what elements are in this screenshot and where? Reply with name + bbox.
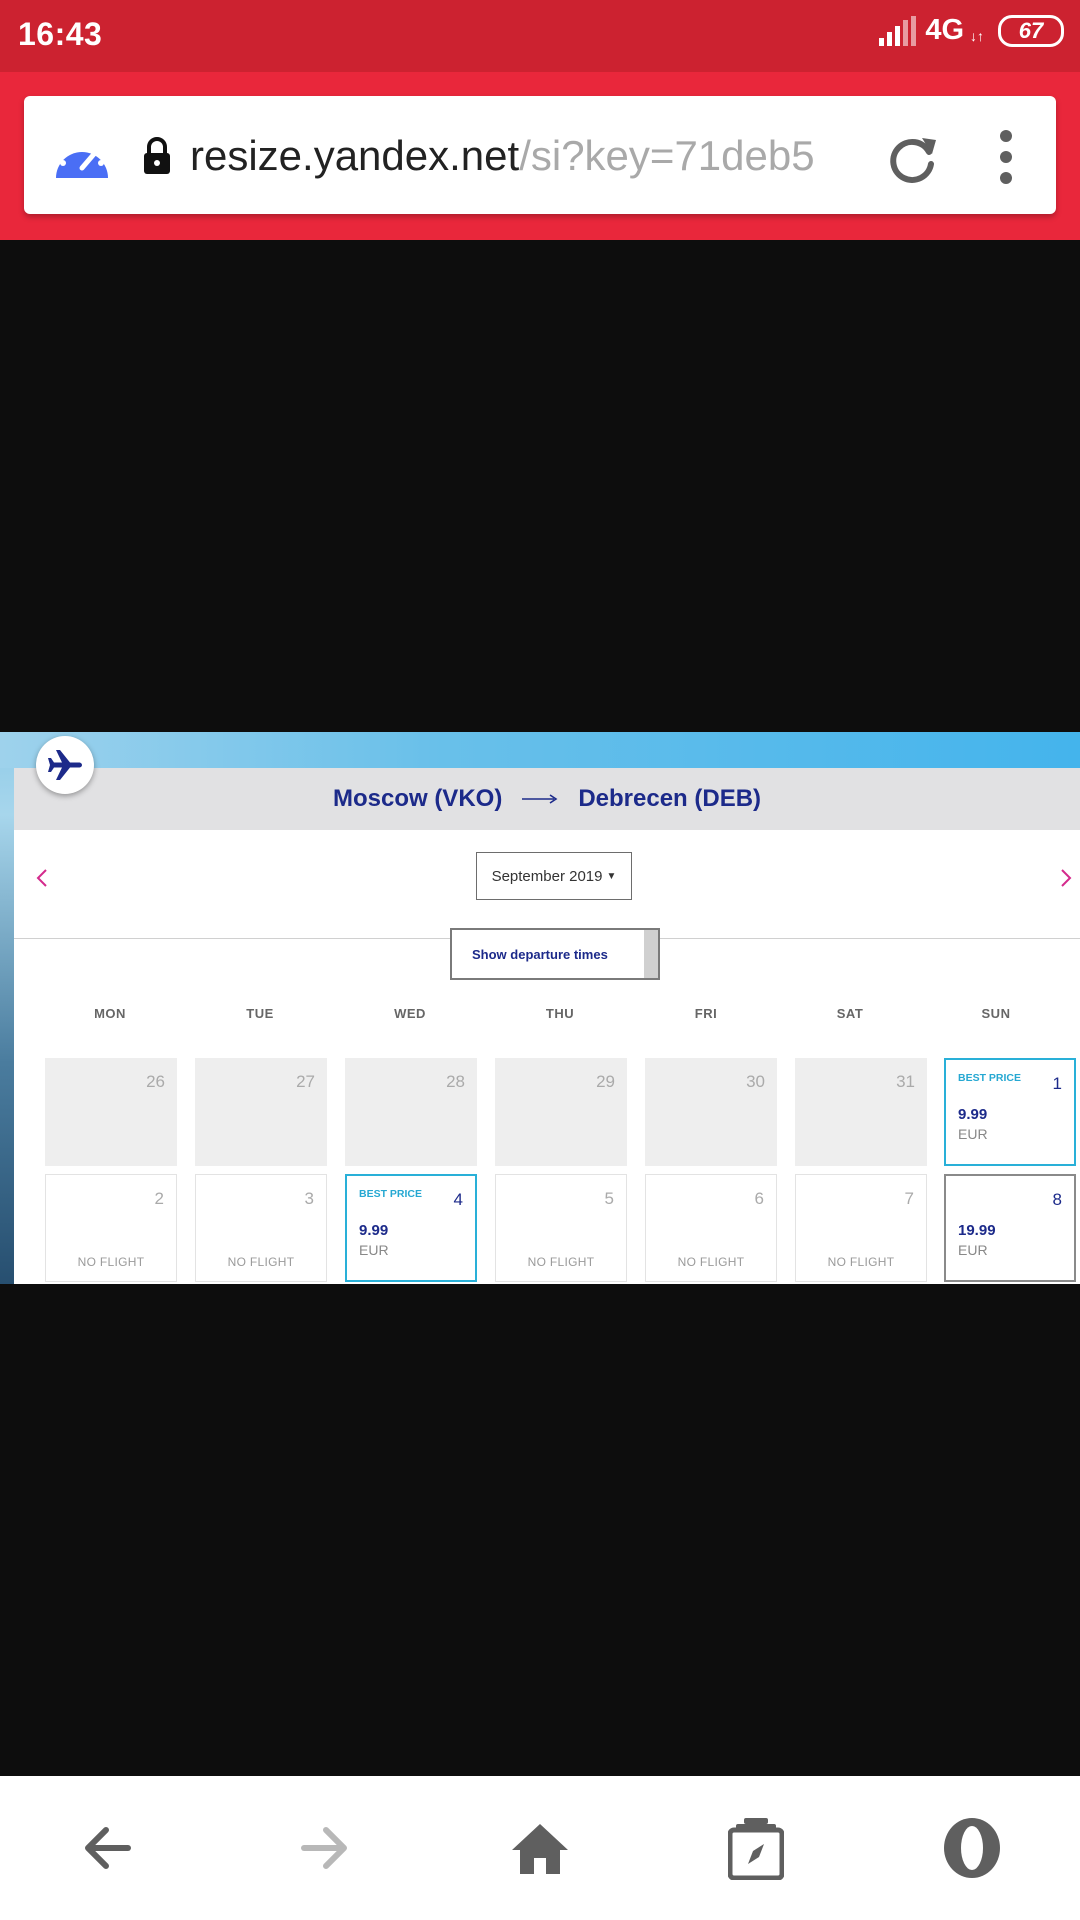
weekday-mon: MON: [94, 1006, 126, 1021]
calendar-day: 28: [345, 1058, 477, 1166]
home-button[interactable]: [504, 1812, 576, 1884]
weekday-tue: TUE: [246, 1006, 274, 1021]
price-value: 9.99: [359, 1222, 389, 1239]
calendar-day: 31: [795, 1058, 927, 1166]
signal-strength-icon: [879, 15, 917, 46]
day-number: 30: [746, 1072, 765, 1091]
no-flight-label: NO FLIGHT: [527, 1255, 595, 1269]
calendar-day: 7 NO FLIGHT: [795, 1174, 927, 1282]
scroll-thumb: [644, 930, 658, 978]
day-number: 5: [604, 1189, 614, 1208]
back-button[interactable]: [72, 1812, 144, 1884]
back-icon: [85, 1827, 131, 1869]
forward-icon: [301, 1827, 347, 1869]
speed-dial-icon[interactable]: [52, 130, 112, 182]
prev-month-icon[interactable]: [34, 866, 50, 890]
calendar-day: 3 NO FLIGHT: [195, 1174, 327, 1282]
browser-toolbar: resize.yandex.net/si?key=71deb5: [0, 72, 1080, 240]
price-currency: EUR: [359, 1242, 389, 1258]
no-flight-label: NO FLIGHT: [77, 1255, 145, 1269]
show-departure-times-label: Show departure times: [472, 946, 608, 962]
network-type: 4G: [925, 14, 964, 46]
month-select-value: September 2019: [491, 867, 603, 885]
best-price-badge: BEST PRICE: [958, 1072, 1022, 1084]
opera-menu-button[interactable]: [936, 1812, 1008, 1884]
status-time: 16:43: [18, 16, 103, 52]
no-flight-label: NO FLIGHT: [227, 1255, 295, 1269]
weekday-header: MON TUE WED THU FRI SAT SUN: [44, 1006, 1080, 1026]
route-origin: Moscow (VKO): [332, 785, 503, 812]
weekday-fri: FRI: [694, 1006, 718, 1021]
no-flight-label: NO FLIGHT: [827, 1255, 895, 1269]
calendar-day: 6 NO FLIGHT: [645, 1174, 777, 1282]
day-number: 26: [146, 1072, 165, 1091]
calendar-day: 27: [195, 1058, 327, 1166]
day-number: 7: [904, 1189, 914, 1208]
calendar-day: 30: [645, 1058, 777, 1166]
day-number: 2: [154, 1189, 164, 1208]
calendar-day: 26: [45, 1058, 177, 1166]
route-header: Moscow (VKO) Debrecen (DEB): [14, 768, 1080, 830]
day-number: 27: [296, 1072, 315, 1091]
address-bar[interactable]: resize.yandex.net/si?key=71deb5: [24, 96, 1056, 214]
price-currency: EUR: [958, 1126, 988, 1142]
route-destination: Debrecen (DEB): [578, 785, 762, 812]
day-number: 1: [1052, 1074, 1062, 1093]
browser-bottom-nav: [0, 1776, 1080, 1920]
calendar-day: 5 NO FLIGHT: [495, 1174, 627, 1282]
day-number: 6: [754, 1189, 764, 1208]
calendar-day-best-price[interactable]: BEST PRICE 1 9.99 EUR: [944, 1058, 1076, 1166]
day-number: 28: [446, 1072, 465, 1091]
day-number: 4: [453, 1190, 463, 1209]
route-arrow-icon: [522, 794, 558, 804]
reload-icon[interactable]: [886, 132, 938, 184]
day-number: 29: [596, 1072, 615, 1091]
more-vert-icon[interactable]: [996, 128, 1016, 186]
day-number: 3: [304, 1189, 314, 1208]
tabs-button[interactable]: [720, 1812, 792, 1884]
battery-level: 67: [1018, 17, 1044, 43]
url-text[interactable]: resize.yandex.net/si?key=71deb5: [190, 128, 870, 184]
airline-logo-badge: [36, 736, 94, 794]
month-select[interactable]: September 2019 ▼: [476, 852, 632, 900]
calendar-day: 29: [495, 1058, 627, 1166]
day-number: 31: [896, 1072, 915, 1091]
lock-icon: [144, 137, 170, 174]
sky-banner: [0, 732, 1080, 768]
weekday-thu: THU: [545, 1006, 575, 1021]
battery-icon: 67: [998, 14, 1064, 47]
best-price-badge: BEST PRICE: [359, 1188, 423, 1200]
show-departure-times-button[interactable]: Show departure times: [450, 928, 660, 980]
url-path: /si?key=71deb5: [519, 132, 815, 179]
caret-down-icon: ▼: [606, 870, 617, 882]
calendar-day-priced[interactable]: 8 19.99 EUR: [944, 1174, 1076, 1282]
status-bar: 16:43 4G ↓↑ 67: [0, 0, 1080, 72]
price-currency: EUR: [958, 1242, 988, 1258]
airplane-icon: [48, 750, 82, 780]
forward-button[interactable]: [288, 1812, 360, 1884]
no-flight-label: NO FLIGHT: [677, 1255, 745, 1269]
status-indicators: 4G ↓↑ 67: [877, 14, 1064, 47]
home-icon: [512, 1824, 568, 1874]
network-activity-icon: ↓↑: [970, 27, 984, 44]
price-value: 19.99: [958, 1222, 996, 1239]
calendar-day: 2 NO FLIGHT: [45, 1174, 177, 1282]
weekday-sun: SUN: [981, 1006, 1011, 1021]
day-number: 8: [1052, 1190, 1062, 1209]
price-value: 9.99: [958, 1106, 988, 1123]
flight-calendar-panel: Moscow (VKO) Debrecen (DEB) September 20…: [14, 768, 1080, 1284]
opera-menu-icon: [944, 1818, 1000, 1878]
tabs-icon: [728, 1818, 784, 1880]
displayed-image: Moscow (VKO) Debrecen (DEB) September 20…: [0, 732, 1080, 1284]
next-month-icon[interactable]: [1058, 866, 1074, 890]
url-host: resize.yandex.net: [190, 132, 520, 179]
calendar-day-best-price[interactable]: BEST PRICE 4 9.99 EUR: [345, 1174, 477, 1282]
weekday-wed: WED: [394, 1006, 426, 1021]
weekday-sat: SAT: [836, 1006, 864, 1021]
